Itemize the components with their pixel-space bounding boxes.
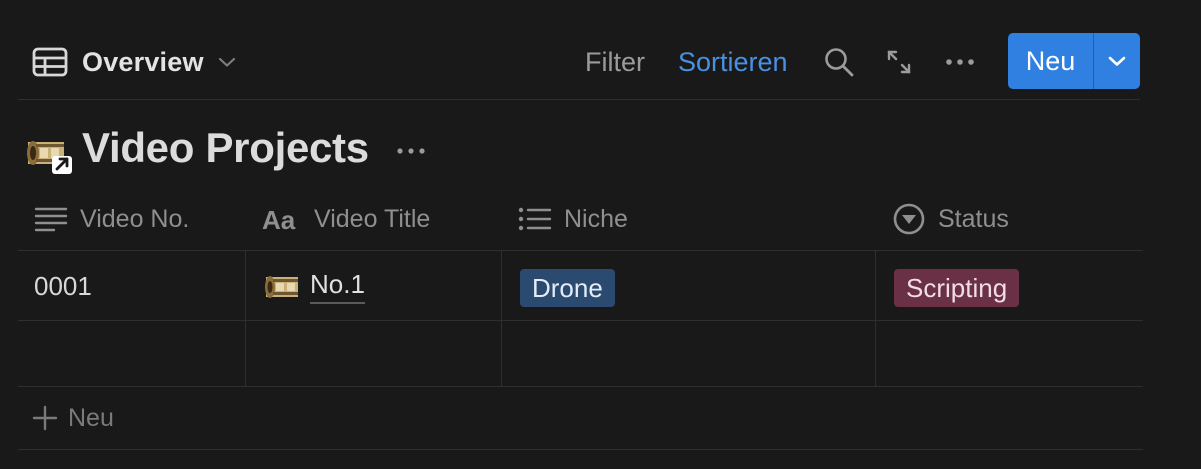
status-cell[interactable]: Scripting <box>876 251 1143 320</box>
add-row-label: Neu <box>68 403 114 432</box>
list-icon <box>518 205 552 233</box>
sort-button[interactable]: Sortieren <box>678 44 788 80</box>
chevron-down-icon <box>1107 55 1127 67</box>
page-link[interactable]: No.1 <box>310 269 365 304</box>
more-dots-icon <box>945 57 975 67</box>
new-button-group[interactable]: Neu <box>1008 33 1140 89</box>
table-icon <box>32 47 68 77</box>
video-no-value: 0001 <box>34 271 92 301</box>
page-link-container[interactable]: No.1 <box>264 269 365 304</box>
new-button[interactable]: Neu <box>1008 33 1093 89</box>
svg-text:Aa: Aa <box>262 205 296 233</box>
table-bottom-divider <box>18 449 1143 450</box>
chevron-down-icon <box>218 56 236 68</box>
add-row-button[interactable]: Neu <box>32 400 114 436</box>
video-title-cell[interactable]: No.1 <box>246 251 502 320</box>
more-dots-icon <box>396 146 426 156</box>
new-options-button[interactable] <box>1094 33 1140 89</box>
column-label: Video Title <box>314 204 431 233</box>
filter-button[interactable]: Filter <box>585 44 645 80</box>
table-row[interactable]: 0001 No.1 Drone Scripting <box>18 251 1143 321</box>
column-label: Status <box>938 204 1009 233</box>
title-aa-icon: Aa <box>262 205 302 233</box>
column-label: Video No. <box>80 204 190 233</box>
search-button[interactable] <box>823 44 855 80</box>
text-lines-icon <box>34 205 68 233</box>
status-badge[interactable]: Scripting <box>894 269 1020 307</box>
status-circle-icon <box>892 202 926 236</box>
video-no-cell[interactable]: 0001 <box>18 251 246 320</box>
toolbar-divider <box>18 99 1140 100</box>
more-options-button[interactable] <box>945 44 975 80</box>
column-label: Niche <box>564 204 628 233</box>
niche-cell[interactable]: Drone <box>502 251 876 320</box>
plus-icon <box>32 405 58 431</box>
empty-cell[interactable] <box>876 321 1143 386</box>
empty-cell[interactable] <box>18 321 246 386</box>
database-table: Video No. Aa Video Title Niche Status 00… <box>18 188 1143 387</box>
search-icon <box>823 46 855 78</box>
table-header-row: Video No. Aa Video Title Niche Status <box>18 188 1143 251</box>
expand-arrows-icon <box>885 48 913 76</box>
film-roll-icon[interactable] <box>26 130 74 176</box>
view-label: Overview <box>82 46 204 77</box>
empty-cell[interactable] <box>246 321 502 386</box>
column-header-niche[interactable]: Niche <box>502 188 876 250</box>
table-row-empty[interactable] <box>18 321 1143 387</box>
film-roll-icon <box>264 271 300 303</box>
view-switcher[interactable]: Overview <box>32 44 236 80</box>
column-header-video-title[interactable]: Aa Video Title <box>246 188 502 250</box>
empty-cell[interactable] <box>502 321 876 386</box>
title-more-button[interactable] <box>396 136 426 166</box>
page-title[interactable]: Video Projects <box>82 124 369 172</box>
column-header-video-no[interactable]: Video No. <box>18 188 246 250</box>
column-header-status[interactable]: Status <box>876 188 1143 250</box>
niche-tag[interactable]: Drone <box>520 269 615 307</box>
expand-button[interactable] <box>885 44 913 80</box>
